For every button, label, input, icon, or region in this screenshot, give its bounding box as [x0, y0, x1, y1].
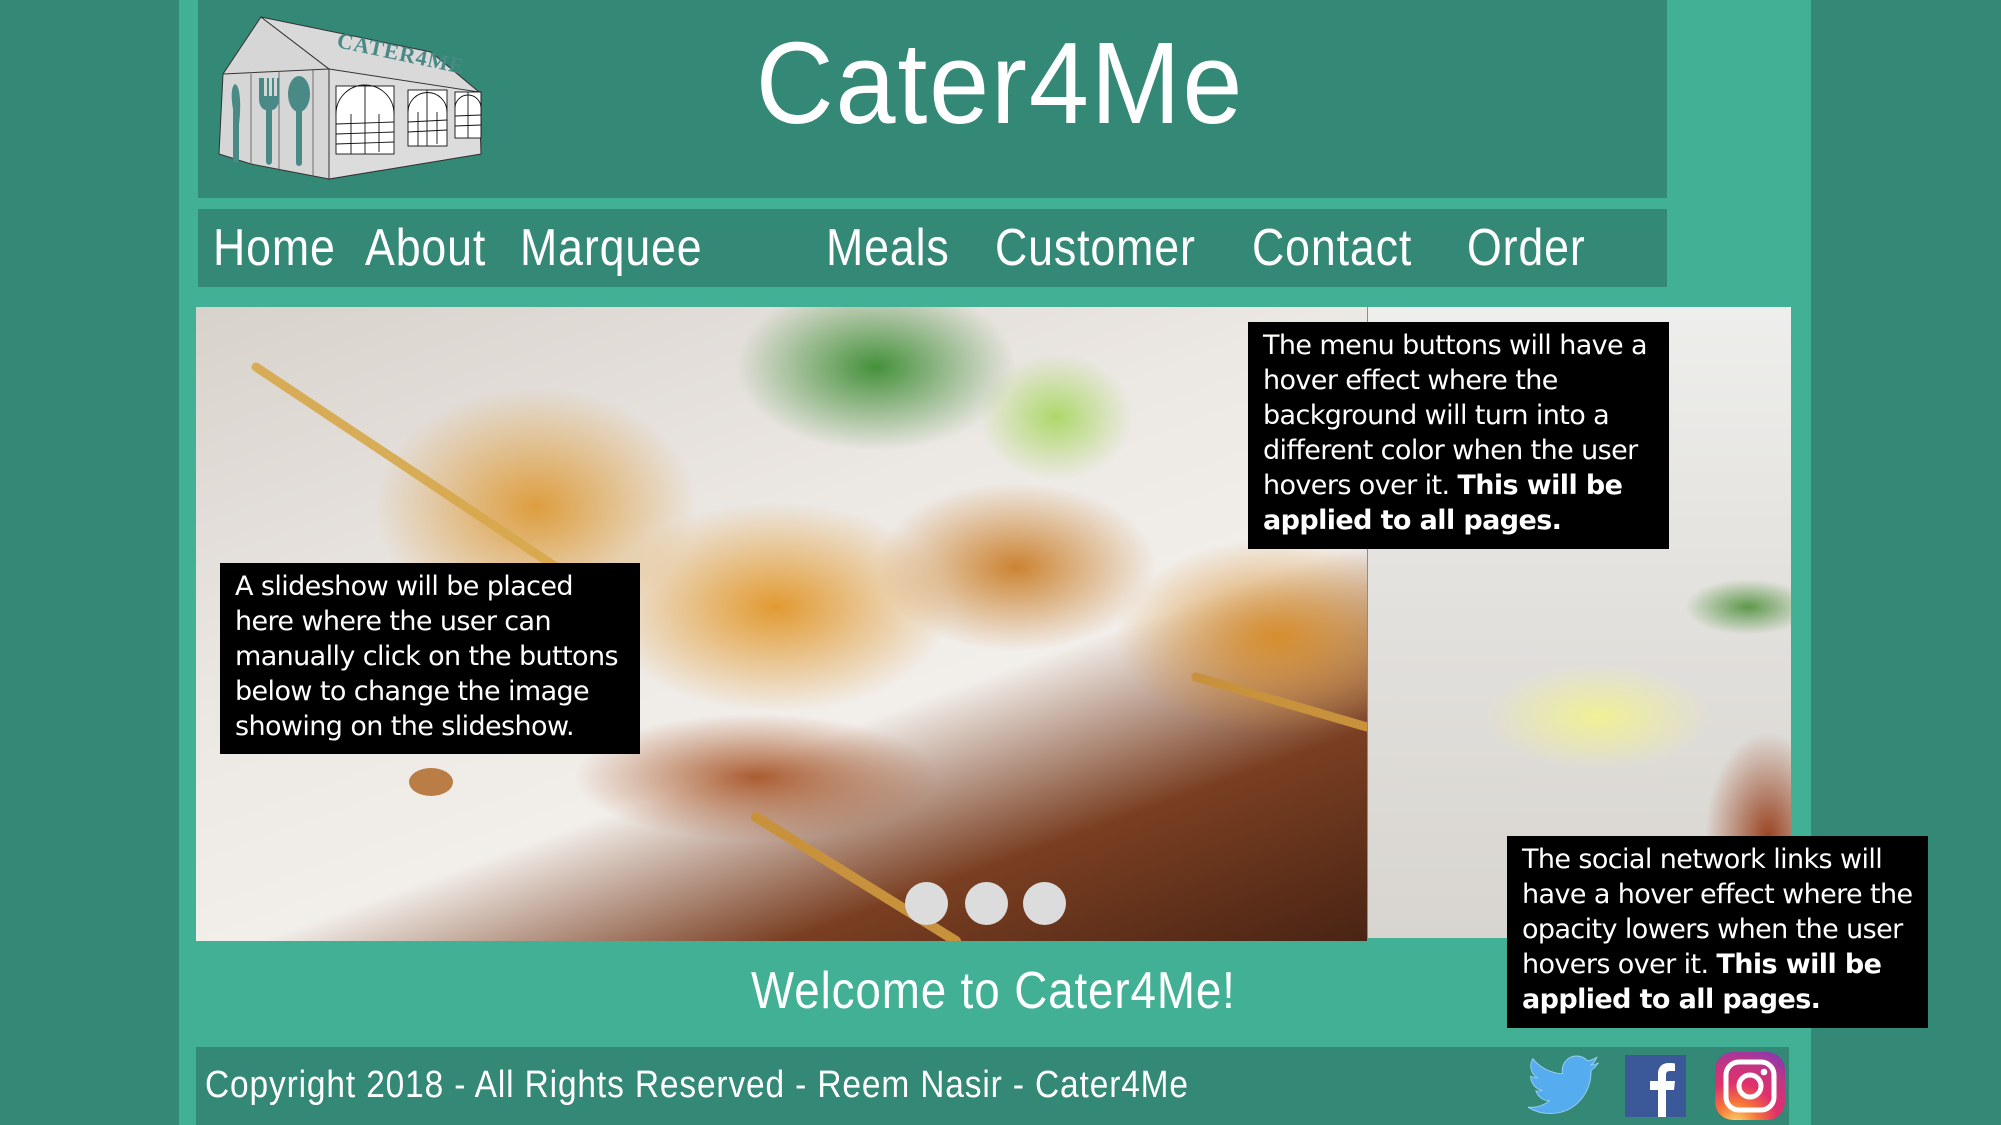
slideshow-dot-3[interactable]	[1023, 882, 1066, 925]
nav-item-meals[interactable]: Meals	[826, 209, 950, 287]
slideshow-annotation: A slideshow will be placed here where th…	[220, 563, 640, 754]
nav-item-order[interactable]: Order	[1467, 209, 1586, 287]
social-hover-annotation: The social network links will have a hov…	[1507, 836, 1928, 1028]
twitter-icon[interactable]	[1528, 1055, 1600, 1117]
slideshow-dot-1[interactable]	[905, 882, 948, 925]
nav-item-about[interactable]: About	[365, 209, 486, 287]
menu-hover-annotation: The menu buttons will have a hover effec…	[1248, 322, 1669, 549]
nav-item-customer[interactable]: Customer	[995, 209, 1196, 287]
site-title: Cater4Me	[755, 18, 1245, 148]
facebook-icon[interactable]	[1625, 1055, 1686, 1117]
slideshow-dot-2[interactable]	[965, 882, 1008, 925]
slideshow-annotation-text: A slideshow will be placed here where th…	[235, 571, 619, 742]
main-nav: Home About Marquee Meals Customer Contac…	[198, 209, 1667, 287]
logo[interactable]: CATER4ME	[211, 14, 486, 184]
instagram-icon[interactable]	[1714, 1051, 1786, 1121]
nav-item-home[interactable]: Home	[213, 209, 336, 287]
nav-item-marquee[interactable]: Marquee	[520, 209, 703, 287]
nav-item-contact[interactable]: Contact	[1252, 209, 1412, 287]
welcome-text: Welcome to Cater4Me!	[751, 962, 1236, 1020]
copyright-text: Copyright 2018 - All Rights Reserved - R…	[205, 1064, 1189, 1106]
